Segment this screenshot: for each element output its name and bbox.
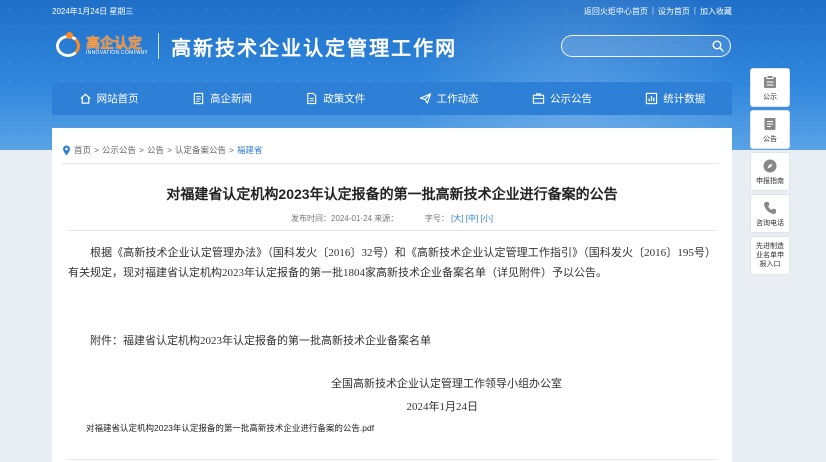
separator: |: [693, 6, 696, 15]
breadcrumb-record[interactable]: 认定备案公告: [175, 144, 226, 156]
breadcrumb: 首页 > 公示公告 > 公告 > 认定备案公告 > 福建省: [62, 144, 262, 156]
separator: |: [651, 6, 654, 15]
logo-text: 高企认定 INNOVATION COMPANY: [86, 36, 148, 56]
side-notice-button[interactable]: 公告: [750, 110, 790, 149]
font-size-small[interactable]: [小]: [480, 214, 492, 223]
main-nav: 网站首页 高企新闻 政策文件 工作动态 公示公告 统计数据: [52, 82, 732, 115]
site-title: 高新技术企业认定管理工作网: [171, 35, 458, 60]
nav-label: 高企新闻: [209, 93, 252, 105]
side-phone-button[interactable]: 咨询电话: [750, 194, 790, 233]
home-icon: [80, 93, 91, 104]
breadcrumb-home[interactable]: 首页: [74, 144, 91, 156]
breadcrumb-separator: >: [139, 145, 144, 155]
signature-date: 2024年1月24日: [406, 401, 479, 413]
publish-date: 发布时间：2024-01-24 来源：: [291, 214, 399, 223]
side-label: 先进制造业名单申报入口: [756, 243, 784, 268]
set-homepage-link[interactable]: 设为首页: [658, 6, 690, 17]
nav-label: 统计数据: [663, 93, 706, 105]
nav-notice[interactable]: 公示公告: [505, 82, 618, 115]
breadcrumb-current[interactable]: 福建省: [237, 144, 263, 156]
side-label: 咨询电话: [756, 219, 784, 227]
nav-home[interactable]: 网站首页: [52, 82, 165, 115]
notice-icon: [532, 93, 545, 104]
site-logo[interactable]: 高企认定 INNOVATION COMPANY 高新技术企业认定管理工作网: [52, 30, 457, 62]
compass-icon: [763, 159, 777, 172]
side-toolbar: 公示 公告 申报指南 咨询电话 先进制造业名单申报入口: [750, 68, 790, 278]
bulletin-icon: [764, 74, 776, 88]
nav-policy[interactable]: 政策文件: [279, 82, 392, 115]
top-bar: 2024年1月24日 星期三 返回火炬中心首页 | 设为首页 | 加入收藏: [52, 6, 732, 18]
current-date: 2024年1月24日 星期三: [52, 7, 134, 16]
nav-work[interactable]: 工作动态: [392, 82, 505, 115]
logo-en-text: INNOVATION COMPANY: [86, 50, 149, 56]
nav-label: 政策文件: [323, 93, 366, 105]
font-size-medium[interactable]: [中]: [466, 214, 478, 223]
add-favorite-link[interactable]: 加入收藏: [700, 6, 732, 17]
send-icon: [419, 93, 431, 104]
article-meta: 发布时间：2024-01-24 来源： 字号： [大] [中] [小]: [52, 213, 732, 224]
location-pin-icon: [63, 145, 70, 155]
breadcrumb-separator: >: [228, 145, 234, 155]
logo-divider: [158, 33, 160, 59]
divider: [62, 163, 719, 164]
search-icon[interactable]: [712, 40, 724, 52]
font-size-large[interactable]: [大]: [451, 214, 463, 223]
document-icon: [307, 92, 317, 105]
torch-home-link[interactable]: 返回火炬中心首页: [584, 6, 648, 17]
search-input[interactable]: [572, 39, 702, 53]
nav-label: 公示公告: [549, 93, 592, 105]
news-icon: [193, 92, 204, 105]
phone-icon: [764, 201, 776, 214]
attachment-text: 附件：福建省认定机构2023年认定报备的第一批高新技术企业备案名单: [90, 335, 431, 347]
side-label: 申报指南: [756, 177, 784, 185]
breadcrumb-separator: >: [94, 145, 99, 155]
signature-org: 全国高新技术企业认定管理工作领导小组办公室: [331, 378, 562, 390]
article-title: 对福建省认定机构2023年认定报备的第一批高新技术企业进行备案的公告: [166, 186, 618, 202]
divider: [68, 459, 716, 460]
divider: [68, 230, 716, 231]
logo-cn-text: 高企认定: [86, 35, 142, 51]
search-box[interactable]: [561, 35, 731, 57]
breadcrumb-public[interactable]: 公示公告: [102, 144, 136, 156]
side-guide-button[interactable]: 申报指南: [750, 152, 790, 191]
article-panel: 首页 > 公示公告 > 公告 > 认定备案公告 > 福建省 对福建省认定机构20…: [52, 128, 732, 462]
nav-news[interactable]: 高企新闻: [165, 82, 278, 115]
breadcrumb-separator: >: [166, 145, 172, 155]
side-label: 公告: [763, 135, 777, 143]
nav-stats[interactable]: 统计数据: [619, 82, 732, 115]
chart-icon: [646, 92, 658, 105]
side-advanced-manufacturing-button[interactable]: 先进制造业名单申报入口: [750, 236, 790, 275]
breadcrumb-notice[interactable]: 公告: [147, 144, 164, 156]
nav-label: 网站首页: [96, 93, 139, 105]
pdf-attachment-link[interactable]: 对福建省认定机构2023年认定报备的第一批高新技术企业进行备案的公告.pdf: [86, 422, 374, 434]
top-links: 返回火炬中心首页 | 设为首页 | 加入收藏: [584, 6, 732, 17]
side-bulletin-button[interactable]: 公示: [750, 68, 790, 107]
logo-icon: [52, 31, 86, 61]
article-body: 根据《高新技术企业认定管理办法》（国科发火〔2016〕32号）和《高新技术企业认…: [68, 247, 716, 279]
font-size-label: 字号：: [424, 214, 449, 223]
side-label: 公示: [763, 93, 777, 101]
nav-label: 工作动态: [436, 93, 479, 105]
notice-board-icon: [764, 117, 776, 130]
